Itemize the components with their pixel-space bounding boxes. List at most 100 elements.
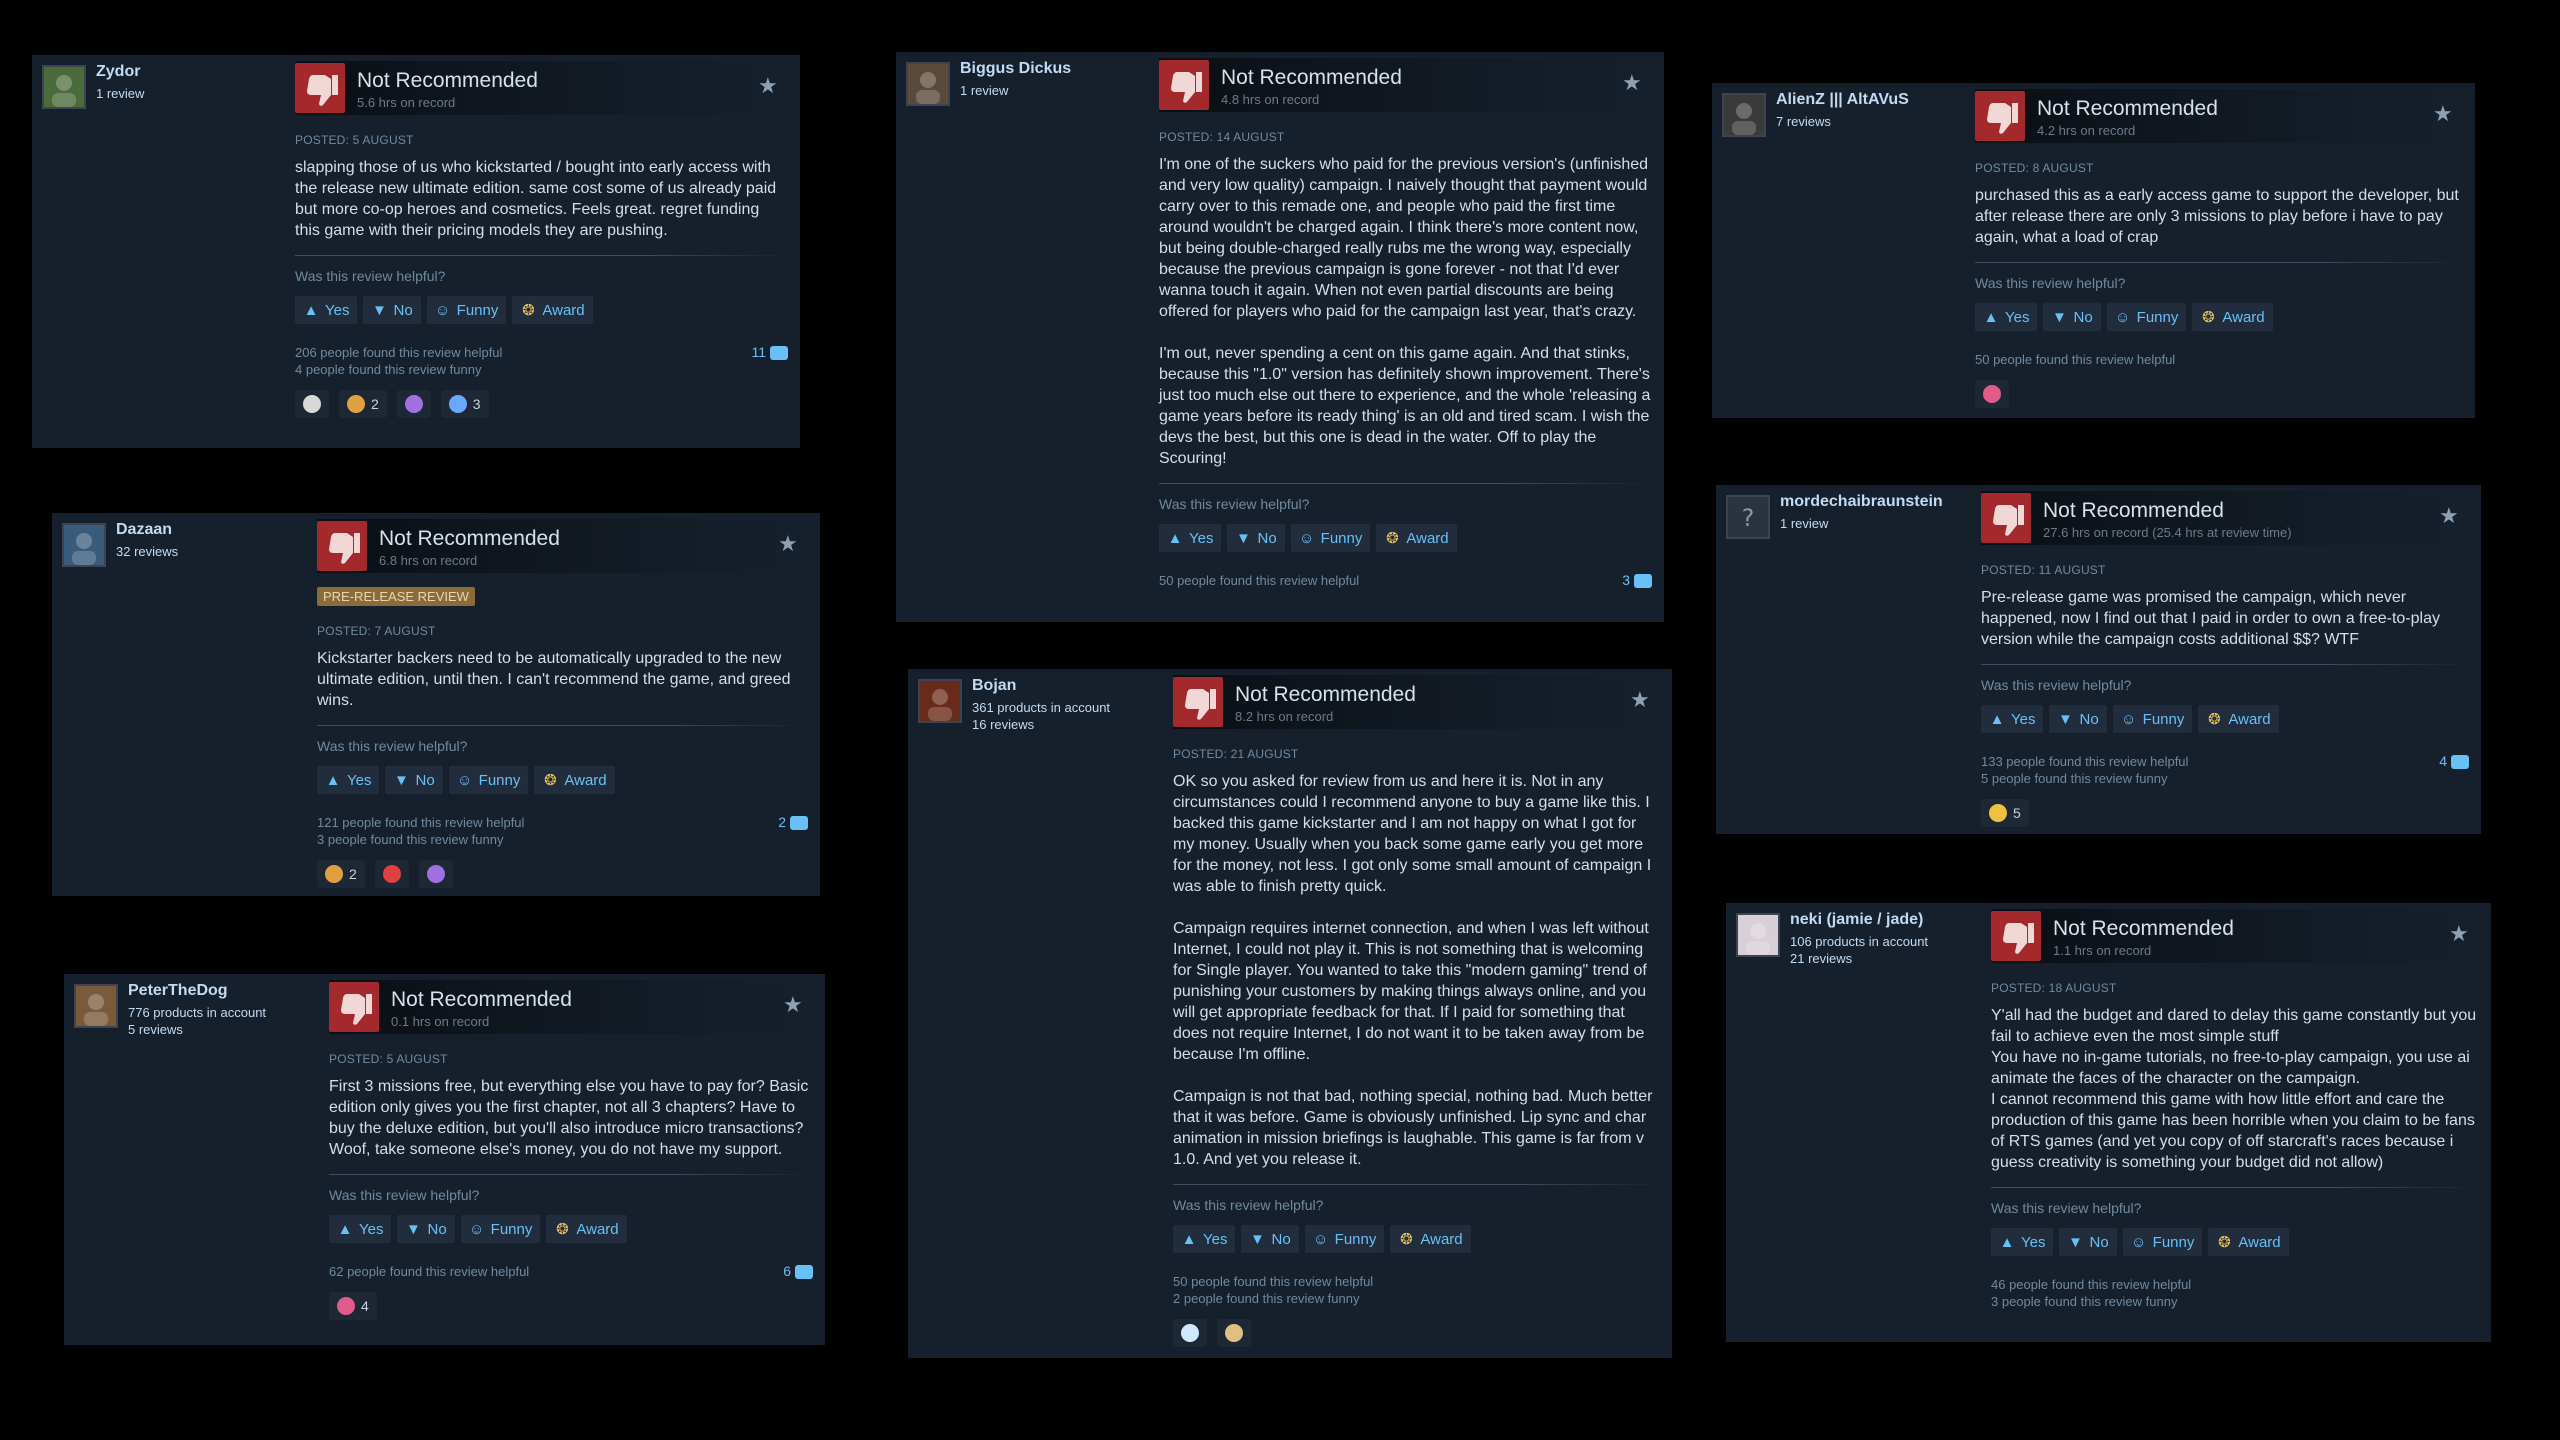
award-chip[interactable] <box>1173 1319 1207 1347</box>
award-chip[interactable]: 4 <box>329 1292 377 1320</box>
yes-button[interactable]: ▲ Yes <box>317 766 380 794</box>
no-button[interactable]: ▼ No <box>363 296 421 324</box>
yes-button[interactable]: ▲ Yes <box>1173 1225 1236 1253</box>
award-chip[interactable] <box>418 860 453 888</box>
avatar[interactable] <box>906 62 950 106</box>
no-button[interactable]: ▼ No <box>2059 1228 2117 1256</box>
review-header[interactable]: Not Recommended 4.2 hrs on record ★ <box>1975 89 2463 143</box>
avatar[interactable] <box>1722 93 1766 137</box>
author-meta: 776 products in account 5 reviews <box>128 1004 266 1038</box>
award-button[interactable]: ❂ Award <box>2198 705 2279 733</box>
yes-button[interactable]: ▲ Yes <box>295 296 358 324</box>
star-icon[interactable]: ★ <box>2439 505 2461 527</box>
avatar[interactable] <box>62 523 106 567</box>
yes-button[interactable]: ▲ Yes <box>1991 1228 2054 1256</box>
no-button[interactable]: ▼ No <box>1241 1225 1299 1253</box>
comment-bubble-icon <box>790 815 808 830</box>
funny-button[interactable]: ☺ Funny <box>426 296 507 324</box>
author-products-or-reviews[interactable]: 776 products in account <box>128 1004 266 1021</box>
comments-link[interactable]: 4 <box>2439 753 2469 770</box>
award-chip[interactable] <box>1975 380 2009 408</box>
funny-button[interactable]: ☺ Funny <box>448 766 529 794</box>
comments-link[interactable]: 6 <box>783 1263 813 1280</box>
award-chip[interactable]: 2 <box>339 390 387 418</box>
no-button[interactable]: ▼ No <box>385 766 443 794</box>
award-button[interactable]: ❂ Award <box>2208 1228 2289 1256</box>
avatar[interactable] <box>1736 913 1780 957</box>
award-chip[interactable] <box>396 390 431 418</box>
author-name[interactable]: Dazaan <box>116 521 172 539</box>
star-icon[interactable]: ★ <box>1622 72 1644 94</box>
award-button[interactable]: ❂ Award <box>534 766 615 794</box>
star-icon[interactable]: ★ <box>1630 689 1652 711</box>
helpful-count: 133 people found this review helpful <box>1981 754 2189 769</box>
funny-button[interactable]: ☺ Funny <box>2122 1228 2203 1256</box>
star-icon[interactable]: ★ <box>2433 103 2455 125</box>
award-button[interactable]: ❂ Award <box>512 296 593 324</box>
no-button[interactable]: ▼ No <box>397 1215 455 1243</box>
no-button[interactable]: ▼ No <box>1227 524 1285 552</box>
award-button[interactable]: ❂ Award <box>1390 1225 1471 1253</box>
hands-award-icon <box>325 865 343 883</box>
avatar[interactable] <box>918 679 962 723</box>
review-header[interactable]: Not Recommended 6.8 hrs on record ★ <box>317 519 808 573</box>
author-review-count[interactable]: 21 reviews <box>1790 950 1928 967</box>
comments-link[interactable]: 3 <box>1622 572 1652 589</box>
author-products-or-reviews[interactable]: 361 products in account <box>972 699 1110 716</box>
yes-button[interactable]: ▲ Yes <box>329 1215 392 1243</box>
author-name[interactable]: mordechaibraunstein <box>1780 493 1943 511</box>
author-products-or-reviews[interactable]: 1 review <box>1780 515 1828 532</box>
author-name[interactable]: neki (jamie / jade) <box>1790 911 1923 929</box>
award-chip[interactable]: 5 <box>1981 799 2029 827</box>
award-chip[interactable] <box>295 390 329 418</box>
award-chip[interactable]: 2 <box>317 860 365 888</box>
award-chip[interactable] <box>374 860 409 888</box>
funny-button[interactable]: ☺ Funny <box>2106 303 2187 331</box>
author-products-or-reviews[interactable]: 7 reviews <box>1776 113 1831 130</box>
author-review-count[interactable]: 5 reviews <box>128 1021 266 1038</box>
star-icon[interactable]: ★ <box>758 75 780 97</box>
award-button[interactable]: ❂ Award <box>546 1215 627 1243</box>
yes-button[interactable]: ▲ Yes <box>1975 303 2038 331</box>
star-icon[interactable]: ★ <box>2449 923 2471 945</box>
helpful-question: Was this review helpful? <box>329 1187 480 1203</box>
review-stats: 133 people found this review helpful 5 pe… <box>1981 753 2469 787</box>
award-chip[interactable] <box>1217 1319 1251 1347</box>
review-header[interactable]: Not Recommended 0.1 hrs on record ★ <box>329 980 813 1034</box>
funny-button[interactable]: ☺ Funny <box>1290 524 1371 552</box>
avatar[interactable] <box>74 984 118 1028</box>
yes-button[interactable]: ▲ Yes <box>1981 705 2044 733</box>
author-products-or-reviews[interactable]: 32 reviews <box>116 543 178 560</box>
comments-link[interactable]: 11 <box>751 344 788 361</box>
review-header[interactable]: Not Recommended 27.6 hrs on record (25.4 … <box>1981 491 2469 545</box>
author-name[interactable]: PeterTheDog <box>128 982 228 1000</box>
award-chip[interactable]: 3 <box>440 390 489 418</box>
funny-button[interactable]: ☺ Funny <box>2112 705 2193 733</box>
funny-button[interactable]: ☺ Funny <box>1304 1225 1385 1253</box>
comments-link[interactable]: 2 <box>778 814 808 831</box>
no-button[interactable]: ▼ No <box>2043 303 2101 331</box>
star-icon[interactable]: ★ <box>783 994 805 1016</box>
no-button[interactable]: ▼ No <box>2049 705 2107 733</box>
award-button[interactable]: ❂ Award <box>1376 524 1457 552</box>
author-review-count[interactable]: 16 reviews <box>972 716 1110 733</box>
avatar[interactable]: ? <box>1726 495 1770 539</box>
funny-button[interactable]: ☺ Funny <box>460 1215 541 1243</box>
author-products-or-reviews[interactable]: 1 review <box>96 85 144 102</box>
review-header[interactable]: Not Recommended 8.2 hrs on record ★ <box>1173 675 1660 729</box>
avatar[interactable] <box>42 65 86 109</box>
author-name[interactable]: Zydor <box>96 63 140 81</box>
review-header[interactable]: Not Recommended 4.8 hrs on record ★ <box>1159 58 1652 112</box>
review-header[interactable]: Not Recommended 1.1 hrs on record ★ <box>1991 909 2479 963</box>
author-name[interactable]: AlienZ ||| AltAVuS <box>1776 91 1909 109</box>
author-products-or-reviews[interactable]: 1 review <box>960 82 1008 99</box>
author-products-or-reviews[interactable]: 106 products in account <box>1790 933 1928 950</box>
author-name[interactable]: Bojan <box>972 677 1016 695</box>
star-icon[interactable]: ★ <box>778 533 800 555</box>
author-name[interactable]: Biggus Dickus <box>960 60 1071 78</box>
eye-award-icon <box>1181 1324 1199 1342</box>
yes-button[interactable]: ▲ Yes <box>1159 524 1222 552</box>
review-stats: 50 people found this review helpful 2 peo… <box>1173 1273 1660 1307</box>
award-button[interactable]: ❂ Award <box>2192 303 2273 331</box>
review-header[interactable]: Not Recommended 5.6 hrs on record ★ <box>295 61 788 115</box>
